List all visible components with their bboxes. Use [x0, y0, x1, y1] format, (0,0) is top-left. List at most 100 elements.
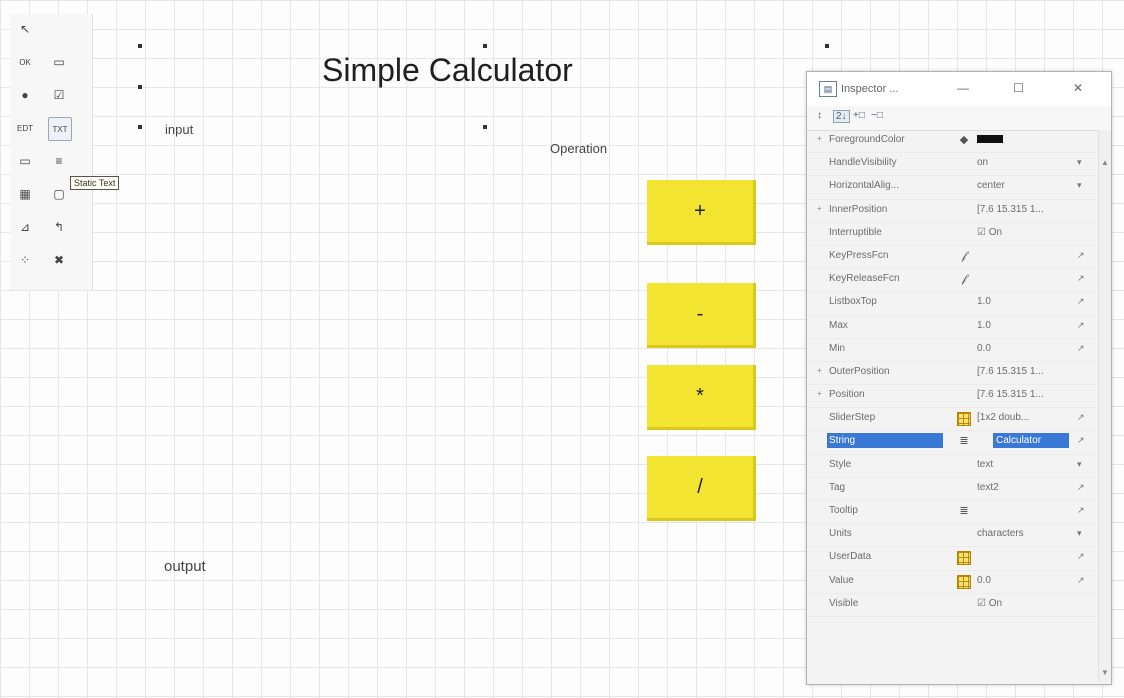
- selection-handle[interactable]: [138, 44, 142, 48]
- property-value[interactable]: [7.6 15.315 1...: [977, 366, 1065, 377]
- dropdown-arrow-icon[interactable]: ▾: [1077, 180, 1082, 191]
- edit-icon[interactable]: ↗: [1077, 250, 1085, 261]
- selection-handle[interactable]: [483, 44, 487, 48]
- multiply-button[interactable]: *: [647, 365, 756, 430]
- collapse-all-icon[interactable]: −□: [871, 110, 883, 121]
- property-row[interactable]: Tooltip ≣ ↗: [807, 501, 1099, 525]
- property-value[interactable]: text: [977, 459, 1065, 470]
- toggle-button-tool-icon[interactable]: ✖: [48, 249, 70, 271]
- input-label[interactable]: input: [165, 122, 193, 137]
- edit-icon[interactable]: ↗: [1077, 343, 1085, 354]
- property-row[interactable]: Units characters ▾: [807, 524, 1099, 548]
- edit-icon[interactable]: ↗: [1077, 435, 1085, 446]
- sort-category-icon[interactable]: ↕: [817, 110, 822, 121]
- selection-handle[interactable]: [138, 85, 142, 89]
- edit-icon[interactable]: ↗: [1077, 296, 1085, 307]
- property-row[interactable]: UserData ↗: [807, 547, 1099, 571]
- edit-text-tool-icon[interactable]: EDT: [14, 117, 36, 139]
- button-group-tool-icon[interactable]: ↰: [48, 216, 70, 238]
- property-value[interactable]: [1x2 doub...: [977, 412, 1065, 423]
- property-row[interactable]: + Position [7.6 15.315 1...: [807, 385, 1099, 409]
- popup-menu-tool-icon[interactable]: ▭: [14, 150, 36, 172]
- paint-bucket-icon[interactable]: ◆: [957, 134, 971, 147]
- panel-tool-icon[interactable]: ▢: [48, 183, 70, 205]
- property-value[interactable]: center: [977, 180, 1065, 191]
- property-row[interactable]: HandleVisibility on ▾: [807, 153, 1099, 177]
- text-editor-icon[interactable]: ≣: [957, 435, 971, 448]
- property-value[interactable]: ☑ On: [977, 227, 1065, 238]
- callback-icon[interactable]: 𝒻: [957, 273, 971, 286]
- expand-icon[interactable]: +: [817, 366, 822, 375]
- edit-icon[interactable]: ↗: [1077, 273, 1085, 284]
- property-row[interactable]: KeyReleaseFcn 𝒻 ↗: [807, 269, 1099, 293]
- property-row[interactable]: HorizontalAlig... center ▾: [807, 176, 1099, 200]
- array-editor-icon[interactable]: [957, 551, 971, 566]
- operation-label[interactable]: Operation: [550, 141, 607, 156]
- property-row[interactable]: Tag text2 ↗: [807, 478, 1099, 501]
- property-row[interactable]: Max 1.0 ↗: [807, 316, 1099, 339]
- selection-handle[interactable]: [483, 125, 487, 129]
- property-value[interactable]: Calculator: [993, 433, 1069, 449]
- callback-icon[interactable]: 𝒻: [957, 250, 971, 263]
- minimize-button[interactable]: —: [957, 81, 969, 95]
- property-value[interactable]: 1.0: [977, 320, 1065, 331]
- selection-handle[interactable]: [825, 44, 829, 48]
- property-row[interactable]: + ForegroundColor ◆: [807, 130, 1099, 154]
- checkbox-tool-icon[interactable]: ☑: [48, 84, 70, 106]
- property-value[interactable]: [7.6 15.315 1...: [977, 204, 1065, 215]
- array-editor-icon[interactable]: [957, 574, 971, 589]
- listbox-tool-icon[interactable]: ≡: [48, 150, 70, 172]
- property-value[interactable]: [7.6 15.315 1...: [977, 389, 1065, 400]
- property-value[interactable]: [977, 134, 1065, 145]
- edit-icon[interactable]: ↗: [1077, 412, 1085, 423]
- axes-tool-icon[interactable]: ⊿: [14, 216, 36, 238]
- subtract-button[interactable]: -: [647, 283, 756, 348]
- property-value[interactable]: text2: [977, 482, 1065, 493]
- expand-icon[interactable]: +: [817, 204, 822, 213]
- push-button-tool-icon[interactable]: OK: [14, 51, 36, 73]
- add-button[interactable]: +: [647, 180, 756, 245]
- dropdown-arrow-icon[interactable]: ▾: [1077, 459, 1082, 470]
- divide-button[interactable]: /: [647, 456, 756, 521]
- scroll-up-icon[interactable]: ▲: [1101, 158, 1109, 167]
- expand-all-icon[interactable]: +□: [853, 110, 865, 121]
- edit-icon[interactable]: ↗: [1077, 320, 1085, 331]
- activex-tool-icon[interactable]: ⁘: [14, 249, 36, 271]
- edit-icon[interactable]: ↗: [1077, 482, 1085, 493]
- sort-alpha-icon[interactable]: 2↓: [833, 110, 850, 123]
- page-title[interactable]: Simple Calculator: [322, 52, 573, 89]
- edit-icon[interactable]: ↗: [1077, 575, 1085, 586]
- edit-icon[interactable]: ↗: [1077, 551, 1085, 562]
- maximize-button[interactable]: ☐: [1013, 81, 1024, 95]
- property-row[interactable]: KeyPressFcn 𝒻 ↗: [807, 246, 1099, 270]
- property-row[interactable]: SliderStep [1x2 doub... ↗: [807, 408, 1099, 432]
- static-text-tool-icon[interactable]: TXT: [48, 117, 72, 141]
- inspector-titlebar[interactable]: ▤ Inspector ... — ☐ ✕: [807, 72, 1111, 106]
- slider-tool-icon[interactable]: ▭: [48, 51, 70, 73]
- scroll-down-icon[interactable]: ▼: [1101, 668, 1109, 677]
- radio-button-tool-icon[interactable]: ●: [14, 84, 36, 106]
- dropdown-arrow-icon[interactable]: ▾: [1077, 157, 1082, 168]
- selection-handle[interactable]: [138, 125, 142, 129]
- property-value[interactable]: 1.0: [977, 296, 1065, 307]
- property-row[interactable]: Visible ☑ On: [807, 594, 1099, 617]
- expand-icon[interactable]: +: [817, 134, 822, 143]
- property-value[interactable]: ☑ On: [977, 598, 1065, 609]
- property-value[interactable]: on: [977, 157, 1065, 168]
- close-button[interactable]: ✕: [1073, 81, 1083, 95]
- property-row[interactable]: Interruptible ☑ On: [807, 223, 1099, 246]
- property-row[interactable]: Min 0.0 ↗: [807, 339, 1099, 362]
- table-tool-icon[interactable]: ▦: [14, 183, 36, 205]
- property-row[interactable]: + InnerPosition [7.6 15.315 1...: [807, 200, 1099, 223]
- inspector-scrollbar[interactable]: ▲ ▼: [1098, 130, 1111, 682]
- expand-icon[interactable]: +: [817, 389, 822, 398]
- property-row[interactable]: Value 0.0 ↗: [807, 571, 1099, 594]
- property-row[interactable]: Style text ▾: [807, 455, 1099, 478]
- dropdown-arrow-icon[interactable]: ▾: [1077, 528, 1082, 539]
- select-tool-icon[interactable]: ↖: [14, 18, 36, 40]
- color-swatch[interactable]: [977, 135, 1003, 144]
- edit-icon[interactable]: ↗: [1077, 505, 1085, 516]
- text-editor-icon[interactable]: ≣: [957, 505, 971, 518]
- property-row[interactable]: ListboxTop 1.0 ↗: [807, 292, 1099, 316]
- array-editor-icon[interactable]: [957, 412, 971, 427]
